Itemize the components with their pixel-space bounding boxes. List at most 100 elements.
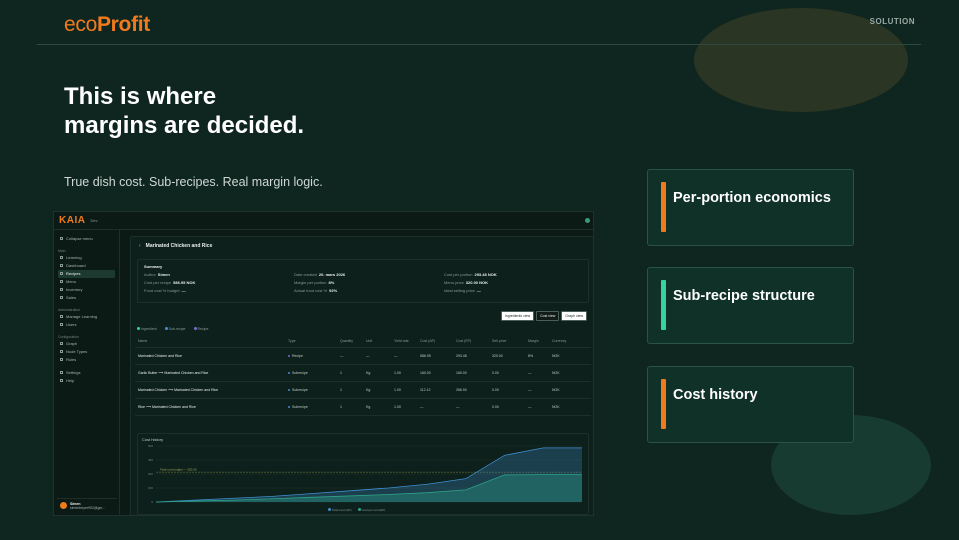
cell: 160.00 <box>453 364 489 382</box>
cell-name: Marinated Chicken and Rice <box>135 347 285 365</box>
column-header: Unit <box>363 335 391 348</box>
series-area <box>156 474 582 502</box>
headline: This is where margins are decided. <box>64 82 304 140</box>
column-header: Quantity <box>337 335 363 348</box>
sidebar-item-menu[interactable]: Menu <box>58 278 115 286</box>
cell: 8% <box>525 347 549 365</box>
ingredients-view-button[interactable]: Ingredients view <box>500 311 535 321</box>
back-icon[interactable]: ‹ <box>139 243 141 249</box>
sidebar-item-rules[interactable]: Rules <box>58 356 115 364</box>
column-header: Type <box>285 335 337 348</box>
cell: 586.95 <box>417 347 453 365</box>
cell: 1 <box>337 364 363 382</box>
summary-field: Author Simen <box>144 272 170 277</box>
cell: 266.90 <box>453 381 489 399</box>
sidebar-item-help[interactable]: Help <box>58 377 115 385</box>
sidebar-item-recipes[interactable]: Recipes <box>58 270 115 278</box>
sidebar-item-manage-learning[interactable]: Manage Learning <box>58 313 115 321</box>
cell-type: Subrecipe <box>285 398 337 416</box>
feature-card-sub-recipe: Sub-recipe structure <box>647 267 854 344</box>
graph-view-button[interactable]: Graph view <box>561 311 587 321</box>
user-profile[interactable]: Simen simenbeyer992@gm... <box>57 498 117 512</box>
summary-field: Date created 20. mars 2026 <box>294 272 346 277</box>
cell: 1.00 <box>391 398 417 416</box>
table-row[interactable]: Marinated Chicken ⟶ Marinated Chicken an… <box>135 381 591 399</box>
type-legend: Ingredient Sub-recipe Recipe <box>137 327 208 331</box>
status-dot-icon <box>585 218 590 223</box>
feature-card-cost-history: Cost history <box>647 366 854 443</box>
column-header: Currency <box>549 335 591 348</box>
cell: Kg <box>363 381 391 399</box>
collapse-menu-button[interactable]: Collapse menu <box>58 235 115 243</box>
column-header: Sell price <box>489 335 525 348</box>
gear-icon <box>60 371 63 375</box>
recipe-icon <box>60 272 63 276</box>
rules-icon <box>60 358 63 362</box>
cell: 320.00 <box>489 347 525 365</box>
cell: 160.00 <box>417 364 453 382</box>
y-tick-label: 0 <box>151 500 153 504</box>
section-tag: SOLUTION <box>869 17 915 26</box>
sidebar-item-users[interactable]: Users <box>58 321 115 329</box>
summary-card: Summary Author Simen Date created 20. mars… <box>137 259 589 303</box>
collapse-icon <box>60 237 63 241</box>
feature-label: Sub-recipe structure <box>673 288 815 304</box>
book-icon <box>60 256 63 260</box>
workspace-label: Dev <box>90 218 98 223</box>
cell: 112.12 <box>417 381 453 399</box>
box-icon <box>60 288 63 292</box>
settings-icon <box>60 315 63 319</box>
summary-field: Actual food cost % 92% <box>294 288 338 293</box>
table-header: Name Type Quantity Unit Yield rate Cost … <box>135 335 591 348</box>
feature-accent-bar <box>661 182 666 232</box>
cell-name: Garlic Butter ⟶ Marinated Chicken and Ri… <box>135 364 285 382</box>
cell: 293.48 <box>453 347 489 365</box>
summary-title: Summary <box>144 264 163 269</box>
column-header: Margin <box>525 335 549 348</box>
cell: 1 <box>337 381 363 399</box>
column-header: Name <box>135 335 285 348</box>
table-row[interactable]: Marinated Chicken and Rice Recipe — — — … <box>135 347 591 365</box>
sidebar-item-learning[interactable]: Learning <box>58 254 115 262</box>
legend-series-total: Total cost (AP) <box>328 508 352 512</box>
table-row[interactable]: Rice ⟶ Marinated Chicken and Rice Subrec… <box>135 398 591 416</box>
sidebar-item-graph[interactable]: Graph <box>58 340 115 348</box>
node-icon <box>60 350 63 354</box>
cell: Kg <box>363 398 391 416</box>
summary-field: Cost per portion 293.48 NOK <box>444 272 497 277</box>
recipe-title: ‹ Marinated Chicken and Rice <box>139 243 213 249</box>
table-row[interactable]: Garlic Butter ⟶ Marinated Chicken and Ri… <box>135 364 591 382</box>
cell: NOK <box>549 381 591 399</box>
cell: 0.00 <box>489 398 525 416</box>
subheadline: True dish cost. Sub-recipes. Real margin… <box>64 175 323 189</box>
user-email: simenbeyer992@gm... <box>70 506 106 510</box>
sidebar-item-sales[interactable]: Sales <box>58 294 115 302</box>
cell: 1.00 <box>391 381 417 399</box>
feature-label: Cost history <box>673 387 758 403</box>
cell: — <box>525 398 549 416</box>
cell: — <box>417 398 453 416</box>
column-header: Cost (EP) <box>453 335 489 348</box>
sidebar-item-dashboard[interactable]: Dashboard <box>58 262 115 270</box>
cell-type: Recipe <box>285 347 337 365</box>
y-tick-label: 300 <box>148 472 153 476</box>
sidebar-item-node-types[interactable]: Node Types <box>58 348 115 356</box>
cost-view-button[interactable]: Cost view <box>536 311 560 321</box>
legend-subrecipe: Sub-recipe <box>164 327 186 331</box>
cell: NOK <box>549 347 591 365</box>
feature-card-per-portion: Per-portion economics <box>647 169 854 246</box>
sidebar-item-inventory[interactable]: Inventory <box>58 286 115 294</box>
cell-name: Rice ⟶ Marinated Chicken and Rice <box>135 398 285 416</box>
feature-accent-bar <box>661 280 666 330</box>
cell-type: Subrecipe <box>285 381 337 399</box>
dashboard-icon <box>60 264 63 268</box>
summary-field: Margin per portion 8% <box>294 280 335 285</box>
chart-legend: Total cost (AP) Cost per unit (EP) <box>328 508 385 512</box>
cost-table: Name Type Quantity Unit Yield rate Cost … <box>135 335 591 416</box>
sidebar-item-settings[interactable]: Settings <box>58 369 115 377</box>
graph-icon <box>60 342 63 346</box>
brand-logo: ecoProfit <box>64 13 150 36</box>
view-toggle: Ingredients view Cost view Graph view <box>500 311 587 321</box>
avatar <box>60 502 67 509</box>
cell: NOK <box>549 398 591 416</box>
